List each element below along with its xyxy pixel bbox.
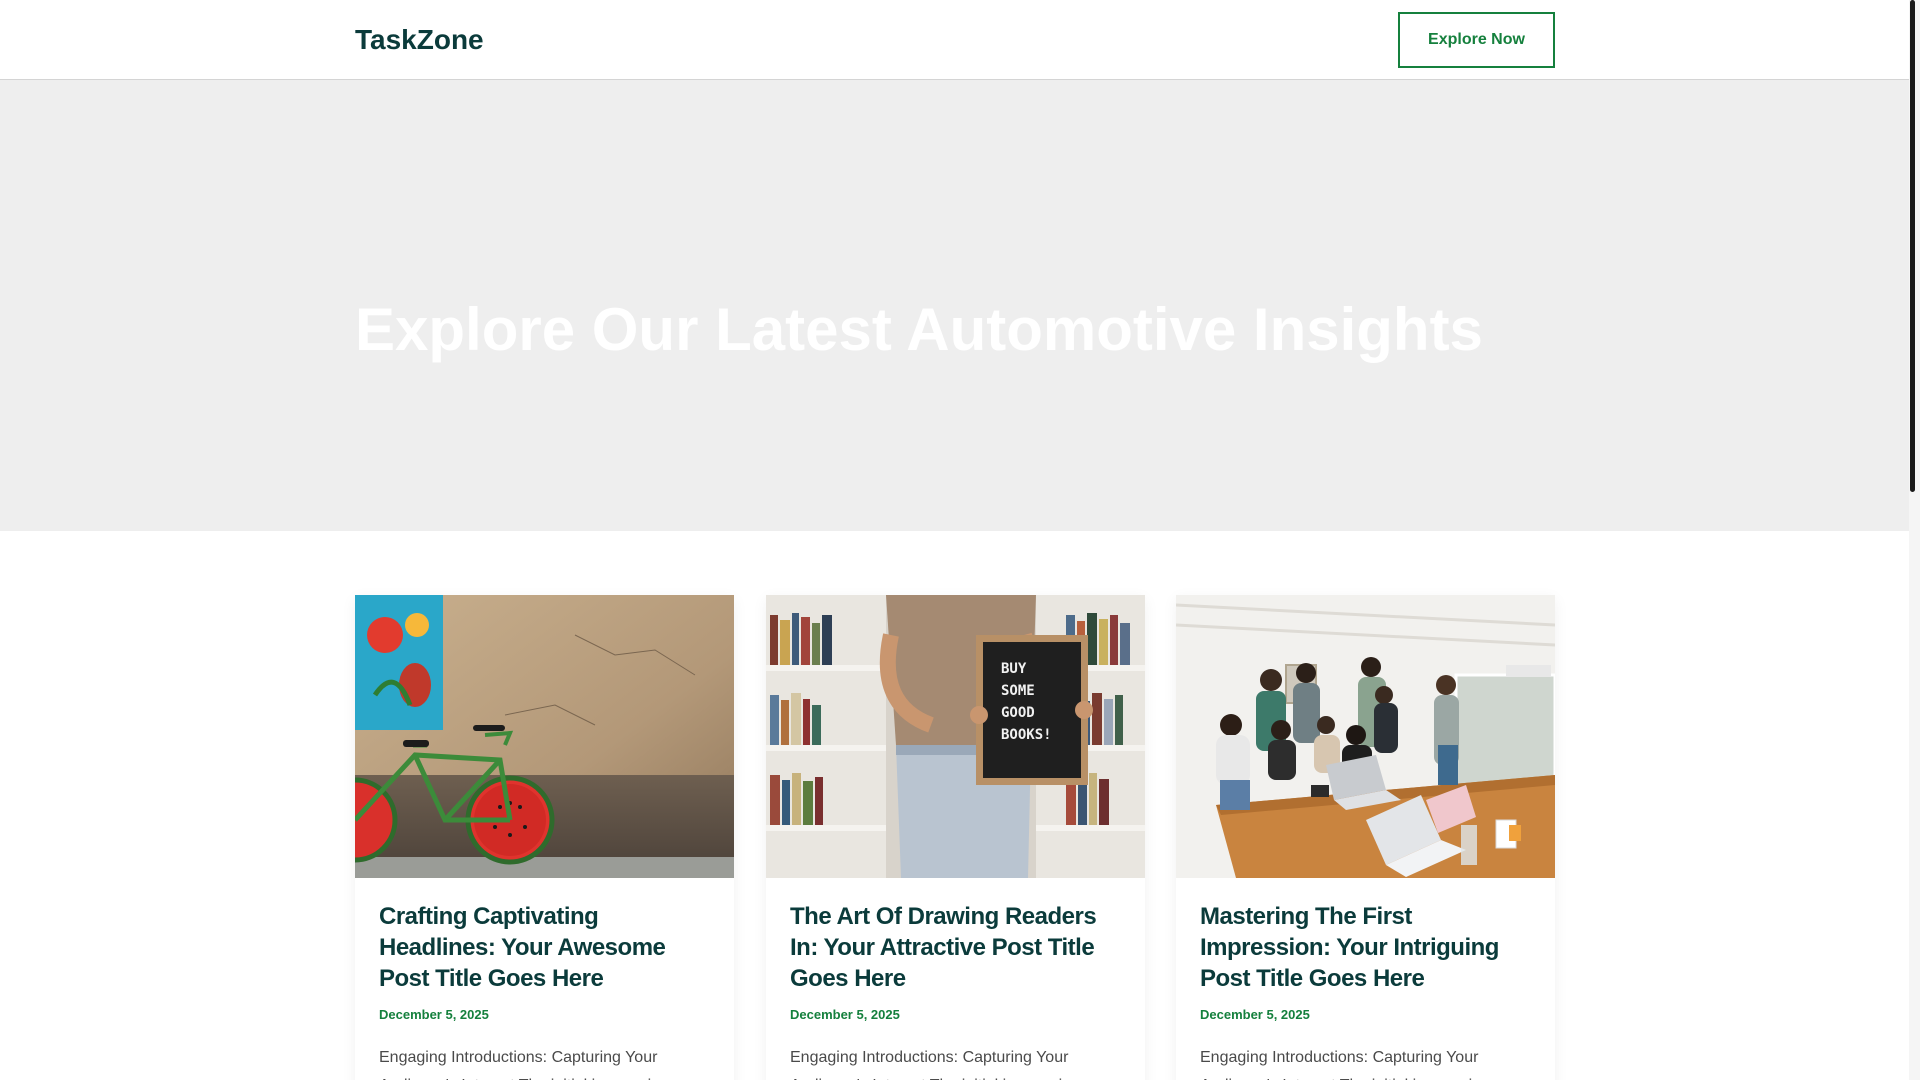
team-meeting-photo (1176, 595, 1555, 878)
sign-text-line: BUY (1001, 661, 1027, 677)
post-grid: Crafting Captivating Headlines: Your Awe… (355, 595, 1555, 1080)
post-card[interactable]: Mastering The First Impression: Your Int… (1176, 595, 1555, 1080)
post-title[interactable]: Mastering The First Impression: Your Int… (1200, 901, 1535, 994)
post-excerpt: Engaging Introductions: Capturing Your A… (1200, 1049, 1490, 1080)
page: TaskZone Explore Now Explore Our Latest … (0, 0, 1909, 1080)
post-date: December 5, 2025 (790, 1007, 900, 1022)
post-thumbnail-team[interactable] (1176, 595, 1555, 878)
person-holding-sign-photo: BUY SOME GOOD BOOKS! (766, 595, 1145, 878)
sign-text-line: BOOKS! (1001, 727, 1052, 743)
post-excerpt: Engaging Introductions: Capturing Your A… (790, 1049, 1080, 1080)
vertical-scrollbar[interactable] (1909, 0, 1920, 1080)
post-title[interactable]: Crafting Captivating Headlines: Your Awe… (379, 901, 714, 994)
post-thumbnail-bicycle[interactable] (355, 595, 734, 878)
post-title[interactable]: The Art Of Drawing Readers In: Your Attr… (790, 901, 1125, 994)
hero-title: Explore Our Latest Automotive Insights (355, 296, 1483, 363)
sign-text-line: SOME (1001, 683, 1035, 699)
post-excerpt: Engaging Introductions: Capturing Your A… (379, 1049, 669, 1080)
brand-logo[interactable]: TaskZone (355, 22, 484, 58)
post-date: December 5, 2025 (379, 1007, 489, 1022)
bicycle-watermelon-photo (355, 595, 734, 878)
site-header: TaskZone Explore Now (0, 0, 1909, 80)
post-card[interactable]: Crafting Captivating Headlines: Your Awe… (355, 595, 734, 1080)
sign-text-line: GOOD (1001, 705, 1035, 721)
scrollbar-thumb[interactable] (1910, 0, 1915, 492)
post-date: December 5, 2025 (1200, 1007, 1310, 1022)
hero-banner: Explore Our Latest Automotive Insights (0, 80, 1909, 531)
post-card[interactable]: BUY SOME GOOD BOOKS! The Art Of Drawing … (766, 595, 1145, 1080)
post-thumbnail-sign[interactable]: BUY SOME GOOD BOOKS! (766, 595, 1145, 878)
explore-now-button[interactable]: Explore Now (1398, 12, 1555, 68)
